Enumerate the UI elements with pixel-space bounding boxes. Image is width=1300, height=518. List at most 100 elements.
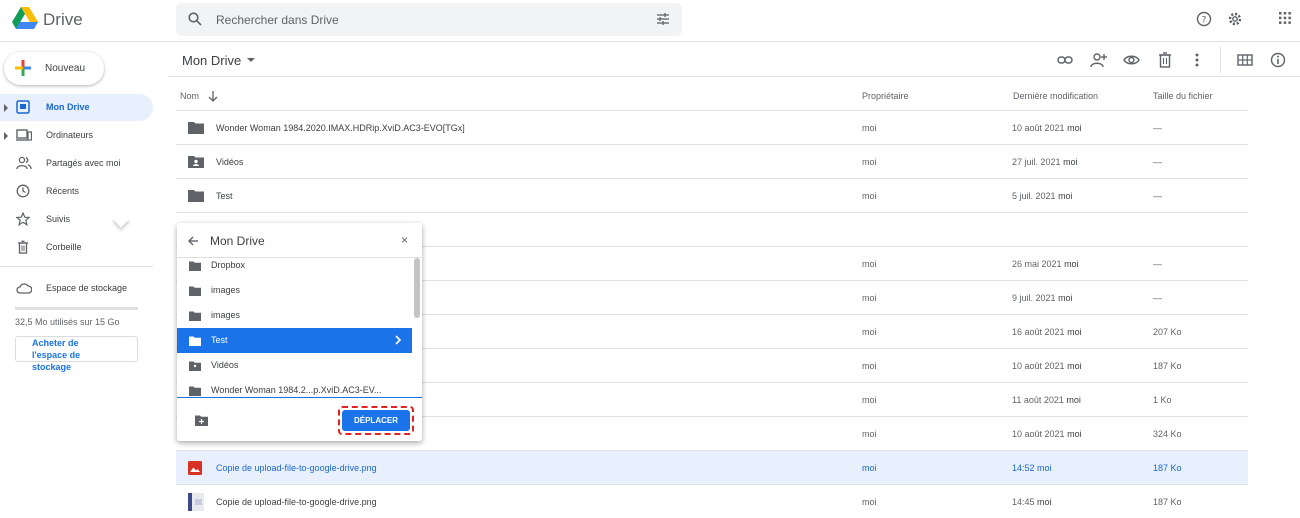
sidebar-item-trash[interactable]: Corbeille	[0, 234, 153, 261]
shared-folder-icon	[188, 156, 204, 168]
image-file-icon	[188, 461, 202, 475]
move-dialog-title: Mon Drive	[210, 234, 265, 248]
table-row[interactable]: Vidéos moi 27 juil. 2021 moi —	[176, 144, 1248, 178]
breadcrumb[interactable]: Mon Drive	[182, 53, 241, 68]
move-button[interactable]: DÉPLACER	[342, 410, 410, 431]
table-row-selected[interactable]: Copie de upload-file-to-google-drive.png…	[176, 450, 1248, 484]
app-name[interactable]: Drive	[43, 10, 83, 30]
grid-view-icon[interactable]	[1237, 52, 1253, 68]
preview-eye-icon[interactable]	[1123, 52, 1140, 68]
search-icon[interactable]	[188, 12, 202, 26]
file-modified: 10 août 2021 moi	[1012, 361, 1082, 371]
sidebar-item-recent[interactable]: Récents	[0, 178, 153, 205]
sidebar-item-storage[interactable]: Espace de stockage	[0, 275, 153, 302]
more-actions-icon[interactable]	[1194, 52, 1200, 68]
new-folder-icon[interactable]	[195, 415, 208, 426]
folder-picker-item[interactable]: images	[177, 278, 412, 303]
file-modified: 11 août 2021 moi	[1012, 395, 1081, 405]
settings-gear-icon[interactable]	[1227, 11, 1243, 27]
app-header: Drive Rechercher dans Drive ?	[0, 0, 1300, 42]
toolbar-divider	[1220, 47, 1221, 73]
breadcrumb-dropdown-icon[interactable]	[247, 58, 255, 62]
folder-picker-item[interactable]: Vidéos	[177, 353, 412, 378]
file-owner: moi	[862, 497, 877, 507]
search-input[interactable]: Rechercher dans Drive	[216, 13, 339, 27]
file-size: —	[1153, 191, 1162, 201]
file-owner: moi	[862, 293, 877, 303]
get-link-icon[interactable]	[1057, 52, 1073, 68]
column-header-name[interactable]: Nom	[180, 91, 199, 101]
file-size: —	[1153, 123, 1162, 133]
file-modified: 10 août 2021 moi	[1012, 123, 1082, 133]
file-name: Copie de upload-file-to-google-drive.png	[216, 497, 377, 507]
file-name: Copie de upload-file-to-google-drive.png	[216, 463, 377, 473]
sidebar-item-label: Ordinateurs	[46, 130, 94, 140]
table-row[interactable]: Test moi 5 juil. 2021 moi —	[176, 178, 1248, 212]
plus-icon	[15, 60, 31, 76]
info-icon[interactable]	[1270, 52, 1286, 68]
file-owner: moi	[862, 157, 877, 167]
folder-picker-list[interactable]: Dropbox images images Test Vidéos Wonder…	[177, 258, 422, 398]
file-name: Wonder Woman 1984.2020.IMAX.HDRip.XviD.A…	[216, 123, 465, 133]
apps-grid-icon[interactable]	[1278, 11, 1292, 25]
new-button[interactable]: Nouveau	[4, 52, 104, 85]
folder-picker-item[interactable]: Wonder Woman 1984.2...p.XviD.AC3-EV...	[177, 378, 412, 397]
folder-icon	[189, 261, 201, 271]
sidebar-item-label: Récents	[46, 186, 80, 196]
folder-picker-item-selected[interactable]: Test	[177, 328, 412, 353]
file-owner: moi	[862, 191, 877, 201]
cloud-icon	[16, 283, 32, 294]
close-icon[interactable]: ×	[401, 233, 408, 247]
column-header-owner: Propriétaire	[862, 91, 909, 101]
sidebar-item-label: Suivis	[46, 214, 71, 224]
file-owner: moi	[862, 429, 877, 439]
main-toolbar: Mon Drive	[168, 43, 1300, 77]
help-icon[interactable]: ?	[1196, 11, 1212, 27]
sidebar-item-my-drive[interactable]: Mon Drive	[0, 94, 153, 121]
shared-folder-icon	[189, 361, 201, 371]
expand-arrow-icon[interactable]	[4, 132, 8, 140]
search-bar[interactable]: Rechercher dans Drive	[176, 3, 682, 36]
search-options-icon[interactable]	[656, 12, 670, 26]
folder-icon	[189, 336, 201, 346]
file-size: 1 Ko	[1153, 395, 1172, 405]
file-size: 187 Ko	[1153, 497, 1182, 507]
folder-icon	[189, 311, 201, 321]
sidebar-item-computers[interactable]: Ordinateurs	[0, 122, 153, 149]
image-thumb-icon	[188, 493, 204, 511]
sidebar-item-label: Mon Drive	[46, 102, 90, 112]
sidebar-item-label: Corbeille	[46, 242, 82, 252]
sort-arrow-down-icon[interactable]	[208, 90, 218, 102]
file-modified: 9 juil. 2021 moi	[1012, 293, 1073, 303]
shared-icon	[16, 156, 32, 170]
sidebar-item-starred[interactable]: Suivis	[0, 206, 153, 233]
share-add-person-icon[interactable]	[1089, 52, 1107, 68]
chevron-right-icon[interactable]	[394, 335, 402, 345]
new-button-label: Nouveau	[45, 63, 86, 74]
file-modified: 14:45 moi	[1012, 497, 1052, 507]
folder-icon	[189, 386, 201, 396]
delete-trash-icon[interactable]	[1158, 52, 1172, 68]
clock-icon	[16, 184, 30, 198]
table-row[interactable]: Wonder Woman 1984.2020.IMAX.HDRip.XviD.A…	[176, 110, 1248, 144]
column-header-size: Taille du fichier	[1153, 91, 1213, 101]
drive-logo-icon[interactable]	[12, 7, 38, 31]
folder-picker-item[interactable]: Dropbox	[177, 258, 412, 278]
star-icon	[16, 212, 30, 226]
my-drive-icon	[16, 100, 30, 114]
folder-icon	[188, 190, 204, 202]
column-header-modified[interactable]: Dernière modification	[1013, 91, 1098, 101]
file-owner: moi	[862, 327, 877, 337]
file-owner: moi	[862, 463, 877, 473]
sidebar-item-shared[interactable]: Partagés avec moi	[0, 150, 153, 177]
expand-arrow-icon[interactable]	[4, 104, 8, 112]
scrollbar-thumb[interactable]	[414, 258, 420, 318]
file-size: —	[1153, 259, 1162, 269]
buy-storage-button[interactable]: Acheter de l'espace de stockage	[15, 336, 138, 372]
svg-text:?: ?	[1202, 16, 1207, 26]
folder-picker-item[interactable]: images	[177, 303, 412, 328]
buy-storage-label: Acheter de l'espace de stockage	[32, 338, 81, 372]
back-arrow-icon[interactable]	[187, 235, 199, 247]
file-size: 187 Ko	[1153, 361, 1182, 371]
file-modified: 16 août 2021 moi	[1012, 327, 1082, 337]
